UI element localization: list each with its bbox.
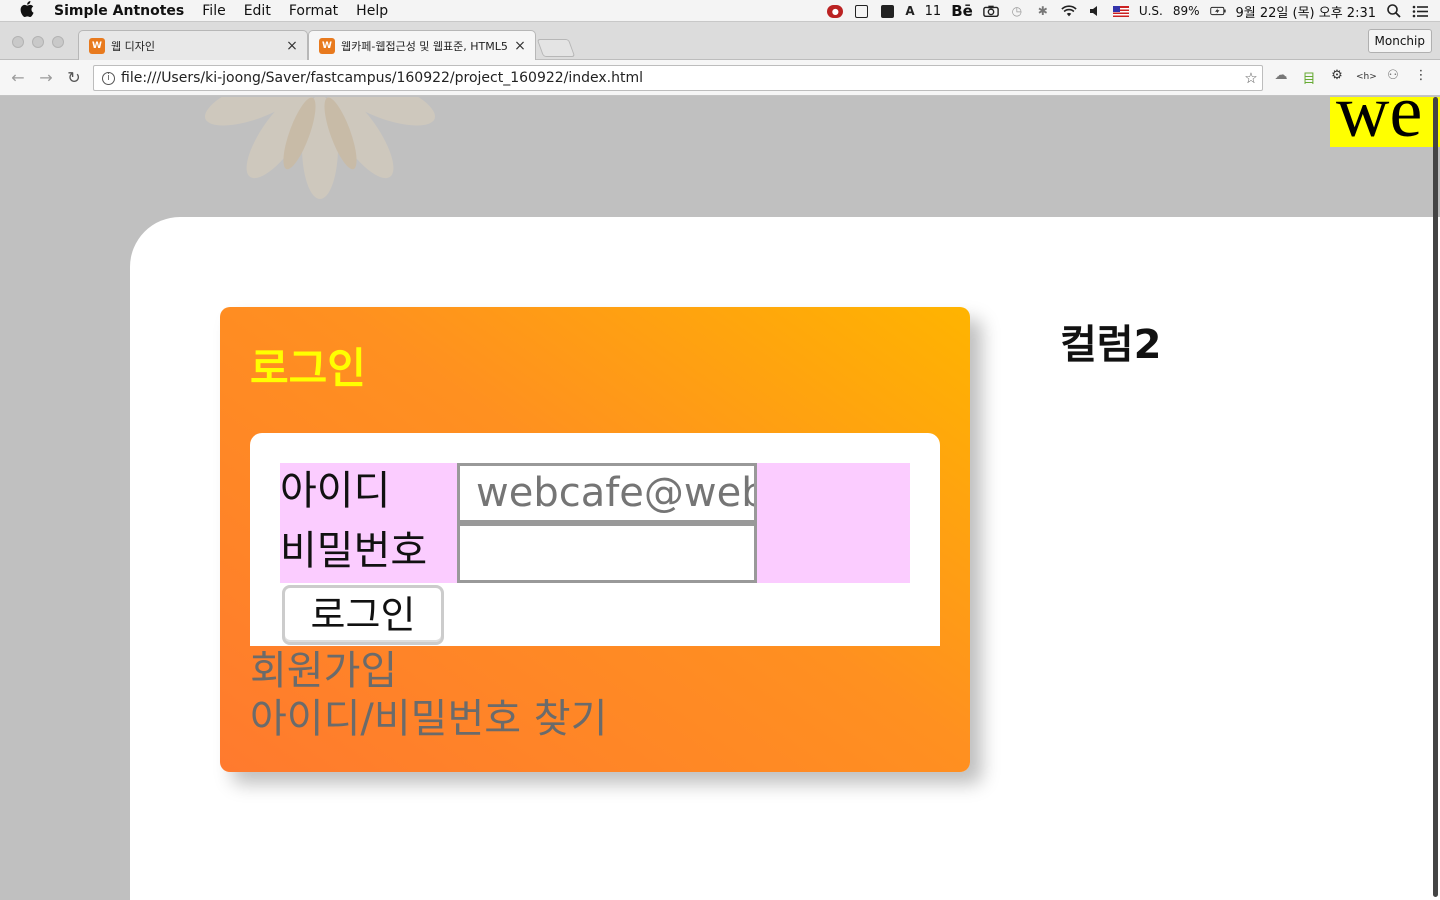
flag-us-icon [1112, 4, 1129, 18]
heading-extension-icon[interactable]: <h> [1356, 68, 1377, 87]
id-input[interactable] [457, 463, 757, 523]
login-form: 아이디 비밀번호 로그인 [250, 433, 940, 646]
find-account-link[interactable]: 아이디/비밀번호 찾기 [250, 695, 607, 743]
contacts-icon[interactable] [879, 4, 895, 18]
menu-edit[interactable]: Edit [244, 3, 271, 19]
forward-button[interactable]: → [36, 68, 56, 88]
tab-label: 웹카페-웹접근성 및 웹표준, HTML5 [341, 39, 508, 53]
menu-file[interactable]: File [202, 3, 225, 19]
behance-icon[interactable]: Bē [951, 2, 973, 20]
reload-button[interactable]: ↻ [64, 68, 84, 88]
login-button[interactable]: 로그인 [282, 585, 444, 645]
recording-icon[interactable]: ● [827, 4, 844, 18]
bluetooth-icon[interactable]: ✱ [1035, 4, 1051, 18]
cloud-extension-icon[interactable]: ☁ [1272, 68, 1290, 87]
login-fields: 아이디 비밀번호 [280, 463, 910, 583]
favicon-icon: W [319, 37, 335, 54]
zoom-window-button[interactable] [52, 36, 64, 48]
window-controls [12, 36, 64, 48]
page-viewport: we 로그인 아이디 비밀번호 로그인 회원가입 아이디/비밀번호 찾기 컬럼2 [0, 97, 1440, 900]
menu-bar: Simple Antnotes File Edit Format Help ● … [0, 0, 1440, 22]
extension-icons: ☁ 目 ⚙ <h> ⚇ ⋮ [1272, 68, 1430, 87]
gear-icon[interactable]: ⚙ [1328, 68, 1346, 87]
battery-percent[interactable]: 89% [1173, 4, 1200, 18]
notification-center-icon[interactable] [1412, 4, 1428, 18]
input-source-label[interactable]: U.S. [1139, 4, 1163, 18]
url-text[interactable]: file:///Users/ki-joong/Saver/fastcampus/… [121, 70, 1240, 86]
menu-kebab-icon[interactable]: ⋮ [1412, 68, 1430, 87]
password-label: 비밀번호 [280, 528, 428, 574]
menu-help[interactable]: Help [356, 3, 388, 19]
new-tab-button[interactable] [536, 39, 576, 57]
clock-datetime[interactable]: 9월 22일 (목) 오후 2:31 [1236, 2, 1376, 21]
accessibility-extension-icon[interactable]: ⚇ [1384, 68, 1402, 87]
brand-logo[interactable]: we [1330, 97, 1440, 147]
column2-heading: 컬럼2 [1060, 322, 1162, 368]
bookmark-extension-icon[interactable]: 目 [1300, 68, 1318, 87]
profile-button[interactable]: Monchip [1367, 29, 1432, 53]
vertical-scrollbar[interactable] [1433, 97, 1438, 897]
font-icon[interactable]: A [905, 4, 914, 18]
login-title: 로그인 [250, 344, 366, 393]
tab-label: 웹 디자인 [111, 39, 155, 53]
close-window-button[interactable] [12, 36, 24, 48]
bookmark-star-icon[interactable]: ☆ [1240, 69, 1262, 87]
id-label: 아이디 [280, 468, 391, 514]
status-tray: ● A 11 Bē ◷ ✱ U.S. 89% 9월 22일 (목) 오후 2:3… [827, 0, 1440, 22]
browser-tab-bar: W 웹 디자인 × W 웹카페-웹접근성 및 웹표준, HTML5 × Monc… [0, 22, 1440, 60]
tab-webcafe[interactable]: W 웹카페-웹접근성 및 웹표준, HTML5 × [308, 30, 536, 60]
login-section: 로그인 아이디 비밀번호 로그인 회원가입 아이디/비밀번호 찾기 [220, 307, 970, 772]
browser-toolbar: ← → ↻ i file:///Users/ki-joong/Saver/fas… [0, 60, 1440, 96]
brand-text: we [1336, 97, 1423, 147]
spotlight-search-icon[interactable] [1386, 4, 1402, 18]
apple-menu-icon[interactable] [0, 0, 54, 21]
flower-background-image [204, 97, 436, 199]
app-name-menu[interactable]: Simple Antnotes [54, 3, 184, 19]
info-icon[interactable]: i [102, 71, 115, 85]
battery-icon[interactable] [1209, 4, 1226, 18]
signup-link[interactable]: 회원가입 [250, 647, 397, 695]
notes-icon[interactable] [853, 4, 869, 18]
minimize-window-button[interactable] [32, 36, 44, 48]
password-input[interactable] [457, 523, 757, 583]
address-bar[interactable]: i file:///Users/ki-joong/Saver/fastcampu… [93, 65, 1263, 91]
tab-web-design[interactable]: W 웹 디자인 × [78, 30, 308, 60]
close-tab-icon[interactable]: × [285, 38, 299, 54]
wifi-icon[interactable] [1061, 4, 1077, 18]
camera-icon[interactable] [982, 4, 999, 18]
volume-icon[interactable] [1087, 4, 1103, 18]
favicon-icon: W [89, 37, 105, 54]
time-machine-icon[interactable]: ◷ [1009, 4, 1025, 18]
counter-badge: 11 [924, 3, 942, 19]
menu-format[interactable]: Format [289, 3, 338, 19]
close-tab-icon[interactable]: × [513, 38, 527, 54]
back-button[interactable]: ← [8, 68, 28, 88]
